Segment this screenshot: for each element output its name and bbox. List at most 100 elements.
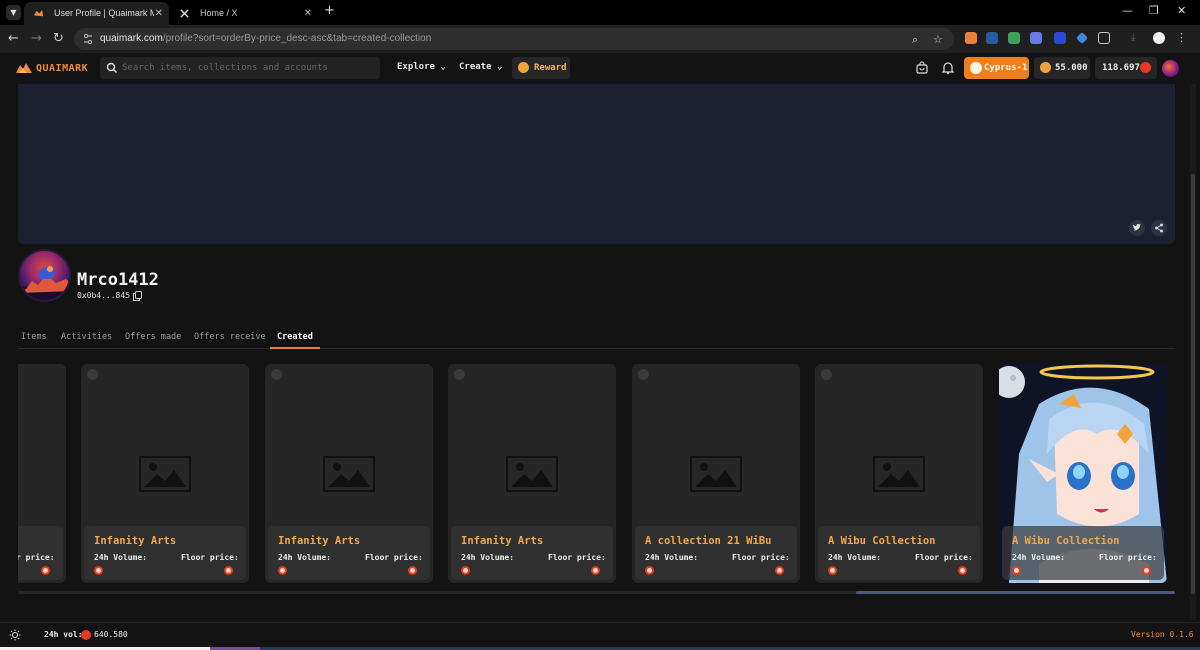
profile-avatar-icon[interactable]: [1153, 32, 1165, 44]
minimize-icon[interactable]: —: [1122, 4, 1133, 17]
create-menu[interactable]: Create ⌄: [459, 62, 502, 72]
card-info: A Wibu Collection 24h Volume: Floor pric…: [818, 526, 980, 580]
card-info: A Wibu Collection 24h Volume: Floor pric…: [1002, 526, 1164, 580]
tab-items[interactable]: Items: [21, 332, 47, 342]
explore-menu[interactable]: Explore ⌄: [397, 62, 446, 72]
tab-close-icon[interactable]: ✕: [304, 2, 312, 25]
card-info: r price:: [18, 526, 63, 580]
card-title: A Wibu Collection: [828, 535, 936, 547]
collection-card[interactable]: Infanity Arts 24h Volume: Floor price:: [265, 364, 433, 583]
quai-token-icon: [41, 566, 50, 575]
address-bar[interactable]: quaimark.com/profile?sort=orderBy-price_…: [74, 28, 954, 50]
card-dot: [454, 369, 465, 380]
tab-offers-made[interactable]: Offers made: [125, 332, 181, 342]
reward-button[interactable]: Reward: [512, 57, 570, 79]
tab-activities[interactable]: Activities: [61, 332, 112, 342]
site-info-icon[interactable]: [82, 33, 94, 45]
collection-card[interactable]: A Wibu Collection 24h Volume: Floor pric…: [815, 364, 983, 583]
quai-token-icon: [94, 566, 103, 575]
points-badge[interactable]: 55.000: [1034, 57, 1090, 79]
quaimark-favicon-icon: [33, 9, 44, 17]
volume-label: 24h Volume:: [828, 553, 881, 562]
browser-tab-active[interactable]: User Profile | Quaimark Marketplace ✕: [24, 2, 169, 25]
extension-icon[interactable]: [1030, 32, 1042, 44]
card-dot: [821, 369, 832, 380]
card-title: A collection 21 WiBu: [645, 535, 772, 547]
extensions-puzzle-icon[interactable]: [1098, 32, 1110, 44]
zoom-icon[interactable]: ⌕: [912, 33, 918, 47]
collection-card-featured[interactable]: A Wibu Collection 24h Volume: Floor pric…: [999, 364, 1167, 583]
tab-title: User Profile | Quaimark Marketplace: [54, 8, 154, 18]
tab-offers-receive[interactable]: Offers receive: [194, 332, 266, 342]
tab-search-icon[interactable]: ▼: [6, 5, 21, 20]
card-dot: [638, 369, 649, 380]
chevron-down-icon: ⌄: [440, 62, 446, 72]
chain-label: Cyprus-1: [984, 63, 1028, 73]
bookmark-star-icon[interactable]: ☆: [933, 33, 943, 46]
wallet-extension-icon[interactable]: [986, 32, 998, 44]
new-tab-button[interactable]: +: [324, 3, 335, 18]
download-icon[interactable]: ⤓: [1131, 32, 1143, 44]
window-close-icon[interactable]: ✕: [1177, 4, 1186, 17]
forward-icon[interactable]: →: [31, 31, 42, 47]
profile-tabs: Items Activities Offers made Offers rece…: [18, 326, 1175, 349]
metamask-extension-icon[interactable]: [965, 32, 977, 44]
theme-toggle-icon[interactable]: [9, 629, 21, 641]
tab-close-icon[interactable]: ✕: [155, 2, 163, 25]
chain-icon: [970, 62, 982, 74]
quai-token-icon: [1142, 566, 1151, 575]
collection-card[interactable]: Infanity Arts 24h Volume: Floor price:: [448, 364, 616, 583]
cart-icon[interactable]: [915, 61, 929, 75]
back-icon[interactable]: ←: [8, 31, 19, 47]
profile-banner: [18, 84, 1175, 244]
carousel-scrollbar[interactable]: [18, 591, 1175, 594]
card-title: Infanity Arts: [94, 535, 177, 547]
collection-card[interactable]: A collection 21 WiBu 24h Volume: Floor p…: [632, 364, 800, 583]
copy-icon[interactable]: [133, 291, 142, 301]
reload-icon[interactable]: ↻: [53, 31, 64, 47]
site-header: QUAIMARK Explore ⌄ Create ⌄ Reward Cypru…: [0, 53, 1200, 84]
carousel-scrollbar-thumb[interactable]: [856, 591, 1175, 594]
browser-menu-icon[interactable]: ⋮: [1176, 32, 1188, 44]
browser-toolbar: ← → ↻ quaimark.com/profile?sort=orderBy-…: [0, 25, 1200, 53]
quai-token-icon: [81, 630, 91, 640]
share-button[interactable]: [1151, 220, 1167, 236]
quai-token-icon: [958, 566, 967, 575]
extension-icon-2[interactable]: [1054, 32, 1066, 44]
collection-card[interactable]: r price:: [18, 364, 66, 583]
quai-token-icon: [591, 566, 600, 575]
browser-tab-inactive[interactable]: Home / X ✕: [170, 2, 318, 25]
quai-token-icon: [224, 566, 233, 575]
card-info: A collection 21 WiBu 24h Volume: Floor p…: [635, 526, 797, 580]
share-icon: [1155, 223, 1163, 233]
chain-selector-button[interactable]: Cyprus-1: [964, 57, 1029, 79]
restore-icon[interactable]: ❐: [1149, 4, 1159, 17]
rocket-extension-icon[interactable]: [1008, 32, 1020, 44]
search-box[interactable]: [100, 57, 380, 79]
balance-badge[interactable]: 118.697: [1095, 57, 1157, 79]
page-scrollbar[interactable]: [1190, 84, 1196, 620]
card-title: Infanity Arts: [278, 535, 361, 547]
diamond-extension-icon[interactable]: [1076, 32, 1088, 44]
quai-token-icon: [408, 566, 417, 575]
card-title: Infanity Arts: [461, 535, 544, 547]
footer-volume-label: 24h vol:: [44, 630, 83, 639]
scrollbar-thumb[interactable]: [1191, 174, 1195, 594]
x-logo-icon: [180, 9, 189, 18]
quai-token-icon: [278, 566, 287, 575]
balance-value: 118.697: [1102, 63, 1140, 73]
image-placeholder-icon: [139, 456, 191, 492]
floor-price-label: Floor price:: [548, 553, 606, 562]
user-avatar[interactable]: [1162, 60, 1179, 77]
bell-icon[interactable]: [941, 61, 955, 75]
volume-label: 24h Volume:: [94, 553, 147, 562]
card-title: A Wibu Collection: [1012, 535, 1120, 547]
tab-created[interactable]: Created: [277, 332, 313, 342]
twitter-share-button[interactable]: [1129, 220, 1145, 236]
tab-title: Home / X: [200, 8, 238, 18]
floor-price-label: Floor price:: [732, 553, 790, 562]
image-placeholder-icon: [873, 456, 925, 492]
collection-card[interactable]: Infanity Arts 24h Volume: Floor price:: [81, 364, 249, 583]
search-input[interactable]: [122, 57, 372, 79]
quaimark-logo[interactable]: QUAIMARK: [16, 62, 88, 74]
